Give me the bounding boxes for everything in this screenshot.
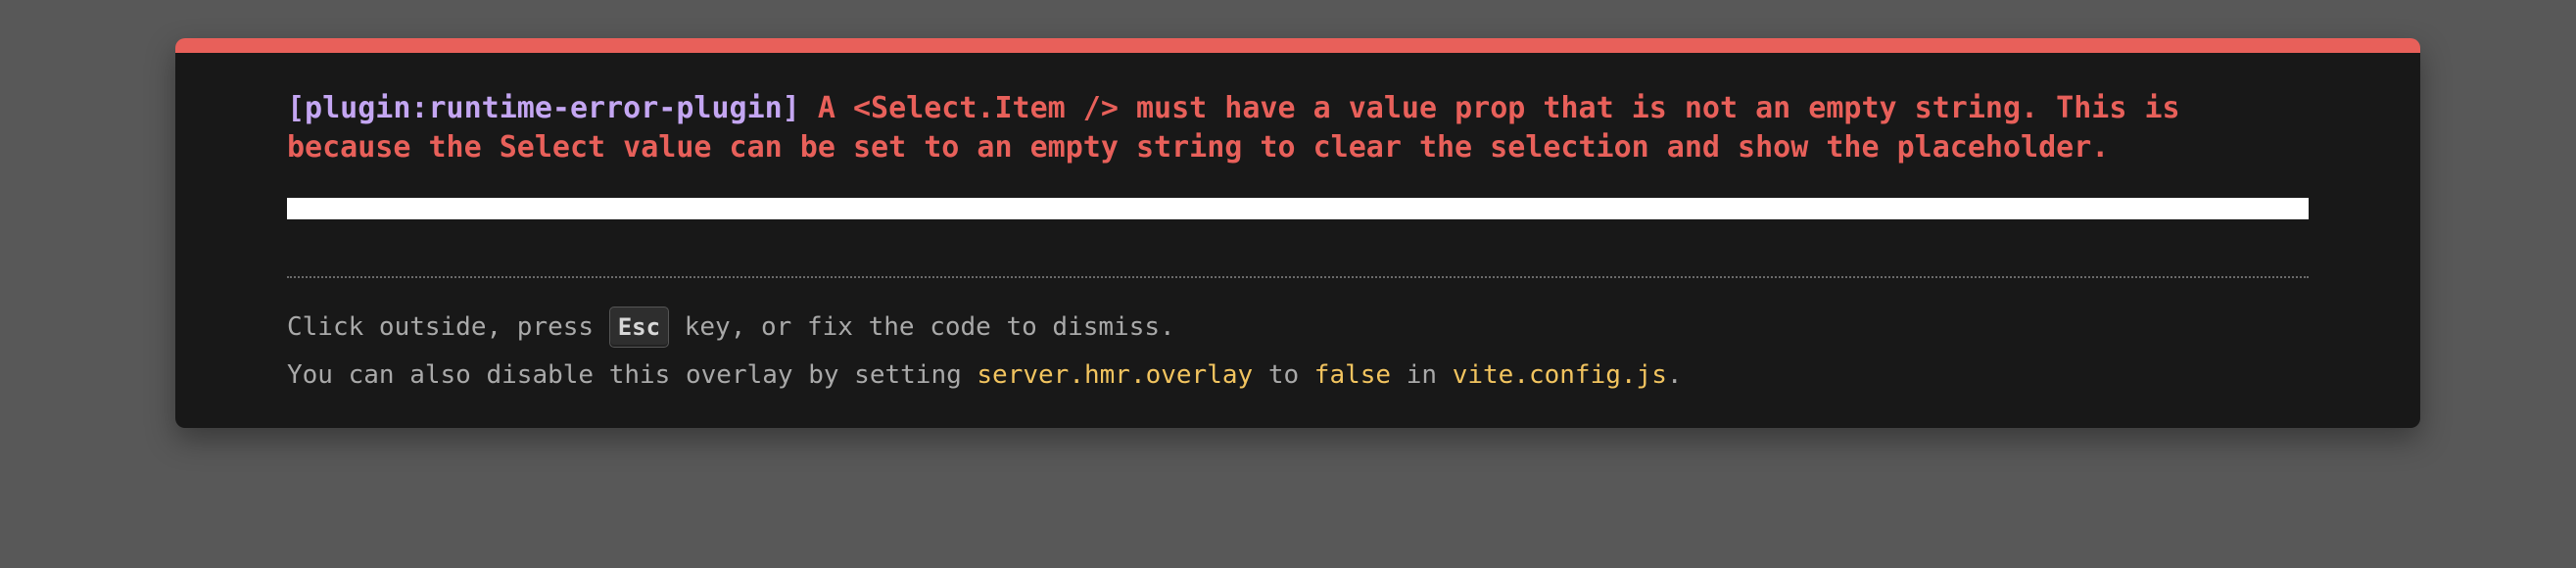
- config-key-code: server.hmr.overlay: [977, 360, 1254, 390]
- config-file-code: vite.config.js: [1452, 360, 1667, 390]
- false-value-code: false: [1313, 360, 1392, 390]
- disable-tip-text-1: You can also disable this overlay by set…: [287, 360, 978, 390]
- code-frame-bar: [287, 198, 2309, 219]
- disable-overlay-tip: You can also disable this overlay by set…: [287, 355, 1683, 395]
- disable-tip-text-3: in: [1391, 360, 1453, 390]
- error-overlay-window: [plugin:runtime-error-plugin] A <Select.…: [175, 38, 2420, 428]
- error-message: [plugin:runtime-error-plugin] A <Select.…: [287, 89, 2309, 167]
- dismiss-tip: Click outside, press Esc key, or fix the…: [287, 307, 1175, 348]
- disable-tip-text-2: to: [1253, 360, 1314, 390]
- disable-tip-text-4: .: [1666, 360, 1683, 390]
- dismiss-tip-before: Click outside, press: [287, 312, 609, 342]
- plugin-tag: [plugin:runtime-error-plugin]: [287, 91, 800, 125]
- dismiss-tip-after: key, or fix the code to dismiss.: [669, 312, 1175, 342]
- esc-key: Esc: [608, 307, 670, 348]
- divider: [287, 276, 2309, 278]
